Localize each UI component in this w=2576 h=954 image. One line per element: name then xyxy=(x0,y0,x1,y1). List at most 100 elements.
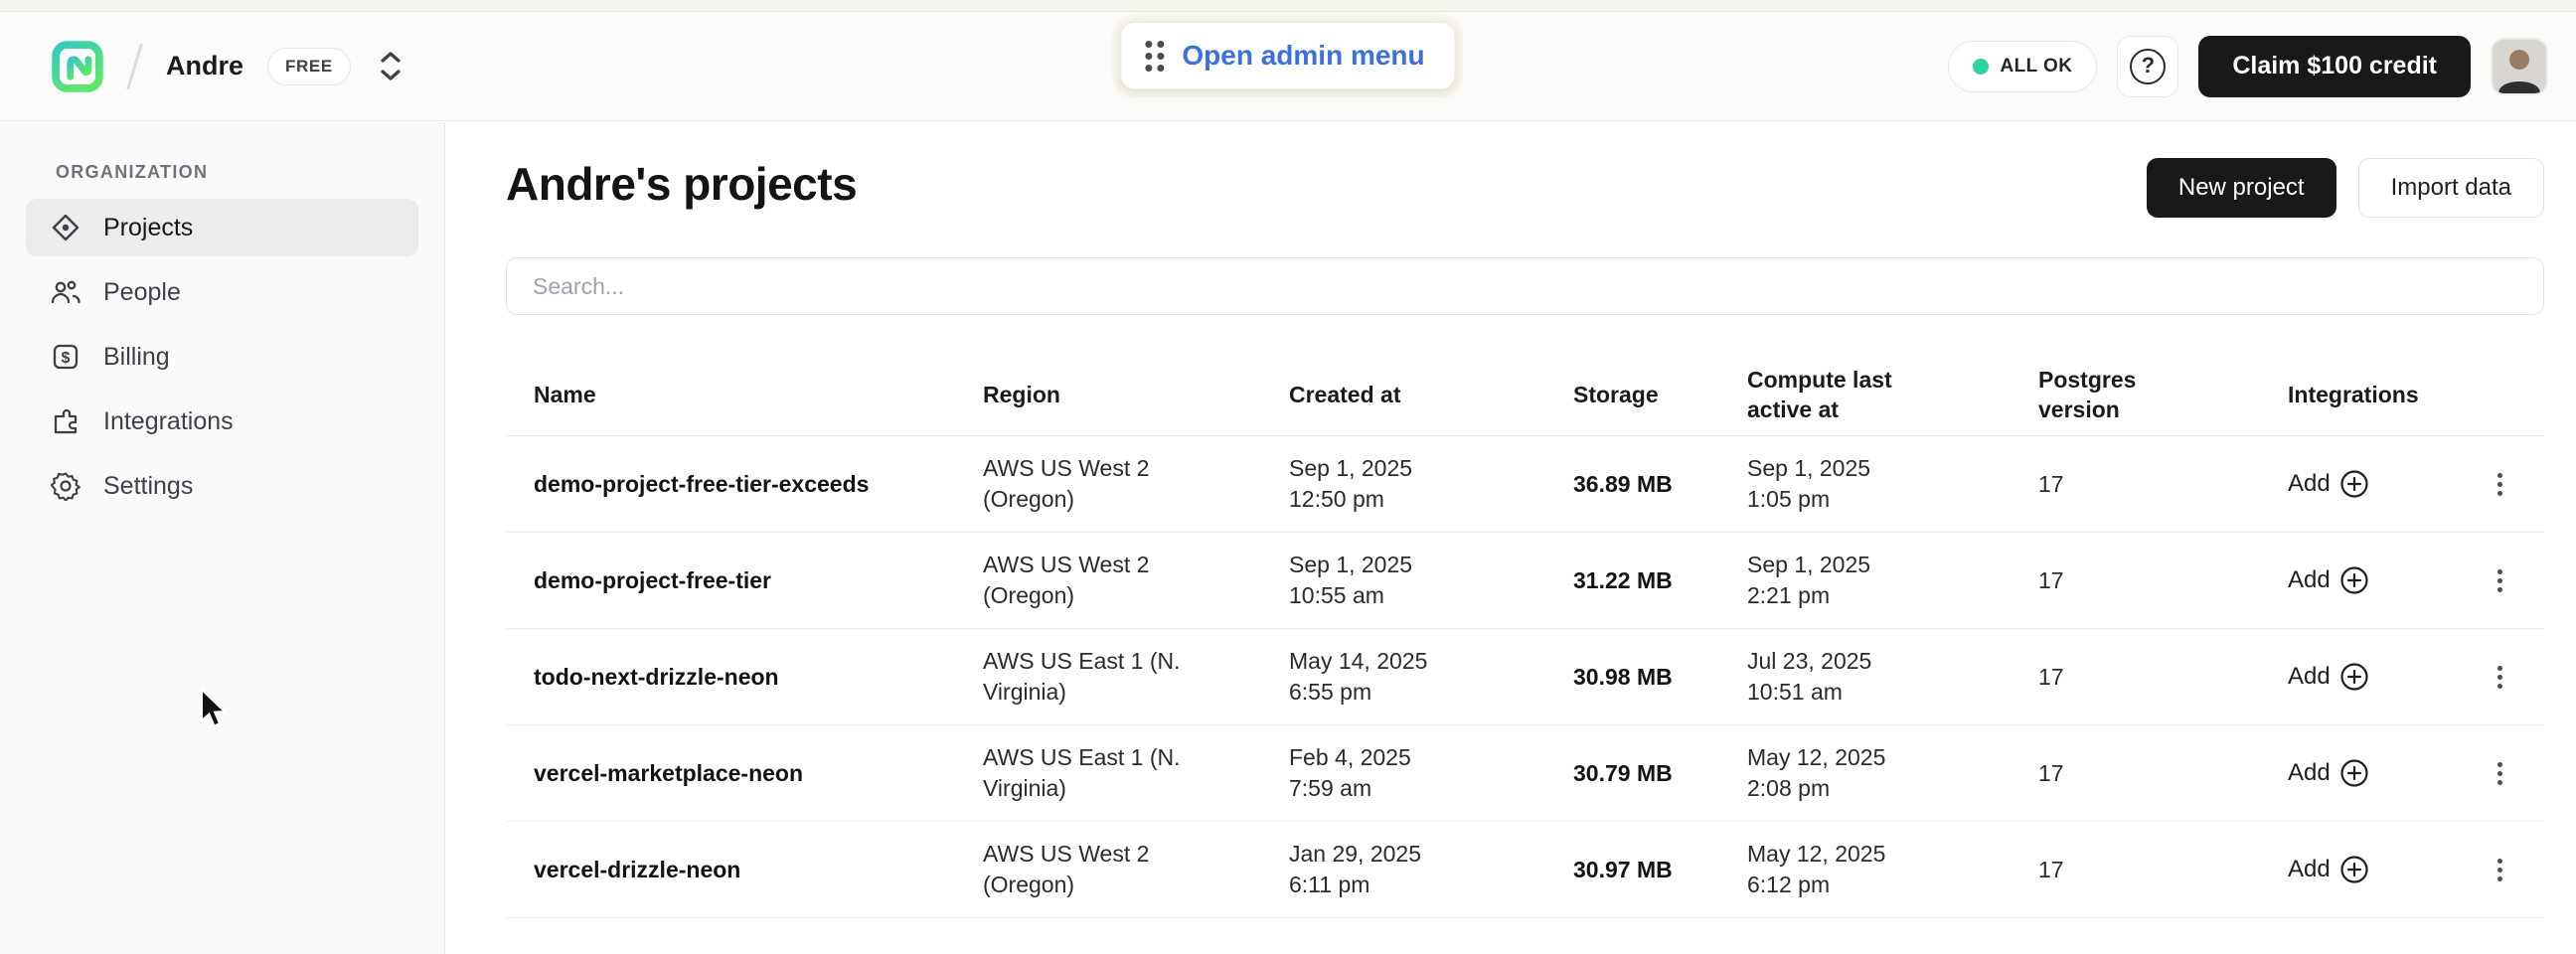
projects-table: Name Region Created at Storage Compute l… xyxy=(506,353,2544,918)
status-ok-dot-icon xyxy=(1973,59,1989,75)
sidebar-item-label: Settings xyxy=(103,472,193,501)
project-region: AWS US East 1 (N.Virginia) xyxy=(983,646,1289,708)
import-data-button[interactable]: Import data xyxy=(2358,158,2544,218)
table-header-row: Name Region Created at Storage Compute l… xyxy=(506,353,2544,436)
project-compute-last-active: May 12, 20256:12 pm xyxy=(1747,839,2038,900)
col-header-compute-last-active[interactable]: Compute last active at xyxy=(1747,365,1926,424)
user-avatar[interactable] xyxy=(2491,38,2548,95)
project-storage: 30.79 MB xyxy=(1573,760,1747,787)
project-storage: 31.22 MB xyxy=(1573,567,1747,594)
sidebar-item-label: Billing xyxy=(103,343,170,372)
help-button[interactable]: ? xyxy=(2117,36,2178,97)
main-content: Andre's projects New project Import data… xyxy=(446,122,2576,954)
org-name[interactable]: Andre xyxy=(166,51,243,81)
project-created-at: Sep 1, 202510:55 am xyxy=(1289,550,1573,611)
project-compute-last-active: Jul 23, 202510:51 am xyxy=(1747,646,2038,708)
col-header-postgres-version[interactable]: Postgres version xyxy=(2038,365,2158,424)
col-header-region[interactable]: Region xyxy=(983,380,1289,409)
add-integration-button[interactable]: Add xyxy=(2288,469,2369,499)
project-region: AWS US West 2(Oregon) xyxy=(983,550,1289,611)
breadcrumb-slash xyxy=(126,43,143,89)
plus-circle-icon xyxy=(2339,565,2369,595)
project-name[interactable]: demo-project-free-tier-exceeds xyxy=(506,471,983,498)
table-row[interactable]: todo-next-drizzle-neon AWS US East 1 (N.… xyxy=(506,629,2544,725)
project-integrations: Add xyxy=(2260,853,2544,887)
drag-handle-icon xyxy=(1145,41,1164,72)
top-window-strip xyxy=(0,0,2576,12)
table-row[interactable]: demo-project-free-tier-exceeds AWS US We… xyxy=(506,436,2544,533)
project-postgres-version: 17 xyxy=(2038,758,2260,789)
people-icon xyxy=(50,276,81,308)
page-title: Andre's projects xyxy=(506,156,857,212)
project-compute-last-active: Sep 1, 20252:21 pm xyxy=(1747,550,2038,611)
integrations-icon xyxy=(50,405,81,437)
row-menu-kebab-icon[interactable] xyxy=(2492,756,2508,791)
sidebar-item-label: Projects xyxy=(103,214,193,242)
table-row[interactable]: vercel-marketplace-neon AWS US East 1 (N… xyxy=(506,725,2544,822)
sidebar-item-settings[interactable]: Settings xyxy=(26,457,418,515)
row-menu-kebab-icon[interactable] xyxy=(2492,467,2508,502)
settings-icon xyxy=(50,470,81,502)
project-storage: 36.89 MB xyxy=(1573,471,1747,498)
project-storage: 30.97 MB xyxy=(1573,857,1747,883)
col-header-storage[interactable]: Storage xyxy=(1573,380,1747,409)
plus-circle-icon xyxy=(2339,469,2369,499)
project-integrations: Add xyxy=(2260,467,2544,502)
project-compute-last-active: Sep 1, 20251:05 pm xyxy=(1747,453,2038,515)
question-mark-icon: ? xyxy=(2130,49,2166,84)
project-region: AWS US West 2(Oregon) xyxy=(983,453,1289,515)
sidebar-item-projects[interactable]: Projects xyxy=(26,199,418,256)
plus-circle-icon xyxy=(2339,662,2369,692)
plus-circle-icon xyxy=(2339,855,2369,884)
project-integrations: Add xyxy=(2260,660,2544,695)
search-input[interactable] xyxy=(506,257,2544,315)
status-label: ALL OK xyxy=(2001,56,2073,78)
sidebar-item-people[interactable]: People xyxy=(26,263,418,321)
claim-credit-button[interactable]: Claim $100 credit xyxy=(2198,36,2471,97)
projects-icon xyxy=(50,212,81,243)
status-badge[interactable]: ALL OK xyxy=(1948,41,2098,92)
add-integration-button[interactable]: Add xyxy=(2288,758,2369,788)
sidebar: ORGANIZATION Projects People $ Billing I… xyxy=(0,122,445,954)
sidebar-item-label: Integrations xyxy=(103,407,234,436)
project-created-at: Sep 1, 202512:50 pm xyxy=(1289,453,1573,515)
table-row[interactable]: demo-project-free-tier AWS US West 2(Ore… xyxy=(506,533,2544,629)
col-header-created-at[interactable]: Created at xyxy=(1289,380,1573,409)
table-row[interactable]: vercel-drizzle-neon AWS US West 2(Oregon… xyxy=(506,822,2544,918)
project-region: AWS US East 1 (N.Virginia) xyxy=(983,742,1289,804)
project-compute-last-active: May 12, 20252:08 pm xyxy=(1747,742,2038,804)
org-switcher-chevrons-icon[interactable] xyxy=(379,51,402,81)
neon-logo-icon[interactable] xyxy=(52,41,103,92)
project-created-at: Feb 4, 20257:59 am xyxy=(1289,742,1573,804)
project-created-at: Jan 29, 20256:11 pm xyxy=(1289,839,1573,900)
plus-circle-icon xyxy=(2339,758,2369,788)
project-postgres-version: 17 xyxy=(2038,662,2260,693)
row-menu-kebab-icon[interactable] xyxy=(2492,660,2508,695)
sidebar-section-label: ORGANIZATION xyxy=(56,162,418,183)
row-menu-kebab-icon[interactable] xyxy=(2492,563,2508,598)
project-postgres-version: 17 xyxy=(2038,469,2260,500)
row-menu-kebab-icon[interactable] xyxy=(2492,853,2508,887)
project-postgres-version: 17 xyxy=(2038,565,2260,596)
open-admin-menu-label: Open admin menu xyxy=(1182,40,1424,72)
add-integration-button[interactable]: Add xyxy=(2288,565,2369,595)
add-integration-button[interactable]: Add xyxy=(2288,662,2369,692)
project-storage: 30.98 MB xyxy=(1573,664,1747,691)
col-header-integrations[interactable]: Integrations xyxy=(2260,380,2544,409)
open-admin-menu-button[interactable]: Open admin menu xyxy=(1120,22,1455,89)
add-integration-button[interactable]: Add xyxy=(2288,855,2369,884)
project-name[interactable]: demo-project-free-tier xyxy=(506,567,983,594)
project-name[interactable]: todo-next-drizzle-neon xyxy=(506,664,983,691)
new-project-button[interactable]: New project xyxy=(2147,158,2336,218)
plan-badge: FREE xyxy=(267,48,351,85)
project-integrations: Add xyxy=(2260,756,2544,791)
project-postgres-version: 17 xyxy=(2038,855,2260,885)
project-integrations: Add xyxy=(2260,563,2544,598)
sidebar-item-billing[interactable]: $ Billing xyxy=(26,328,418,386)
app-header: Andre FREE Open admin menu ALL OK ? Clai… xyxy=(0,12,2576,121)
project-name[interactable]: vercel-drizzle-neon xyxy=(506,857,983,883)
sidebar-item-integrations[interactable]: Integrations xyxy=(26,393,418,450)
project-name[interactable]: vercel-marketplace-neon xyxy=(506,760,983,787)
svg-text:$: $ xyxy=(62,350,71,367)
col-header-name[interactable]: Name xyxy=(506,380,983,409)
